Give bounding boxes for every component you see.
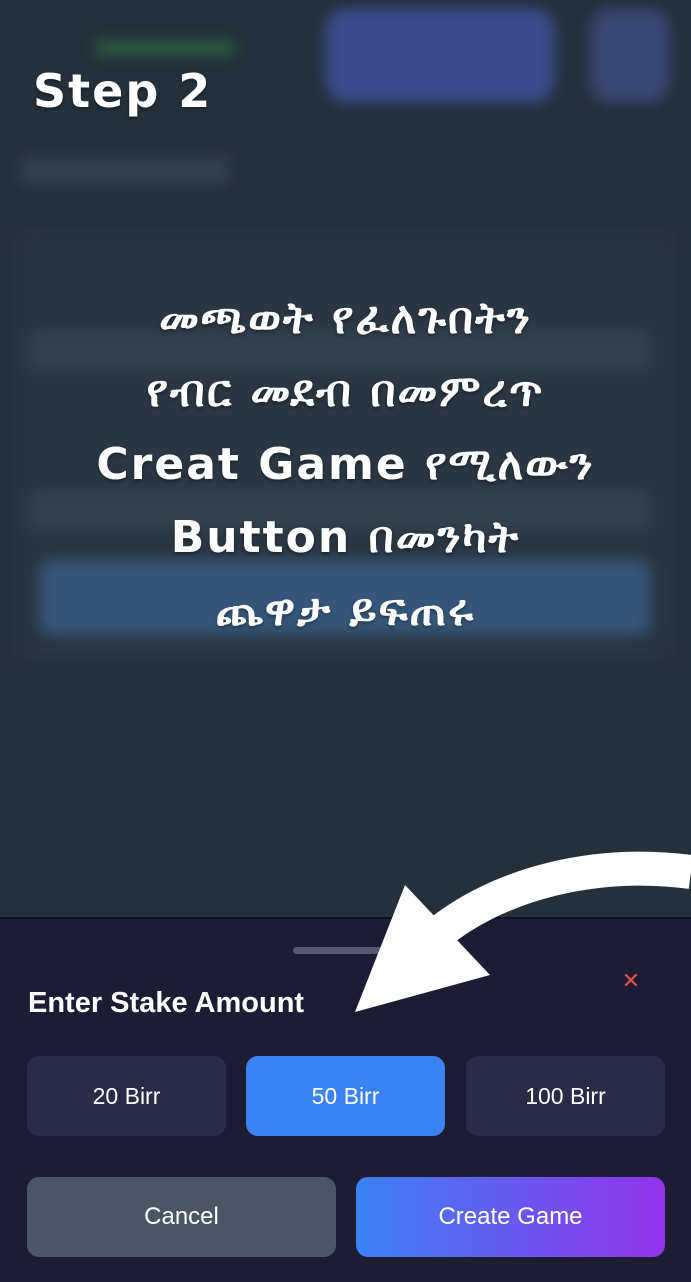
background-status: [95, 40, 235, 56]
instruction-line: የብር መደብ በመምረጥ: [146, 366, 545, 417]
stake-option-label: 20 Birr: [92, 1082, 161, 1109]
create-game-button[interactable]: Create Game: [356, 1177, 665, 1257]
instruction-line: ጨዋታ ይፍጠሩ: [215, 585, 476, 636]
stake-option-label: 100 Birr: [525, 1082, 606, 1109]
instruction-line: መጫወት የፈለጉበትን: [159, 293, 532, 344]
cancel-button-label: Cancel: [144, 1203, 219, 1230]
close-icon[interactable]: ✕: [618, 969, 644, 995]
stake-bottom-sheet: ✕ Enter Stake Amount 20 Birr 50 Birr 100…: [0, 917, 691, 1282]
sheet-title: Enter Stake Amount: [28, 987, 305, 1019]
instruction-text: መጫወት የፈለጉበትን የብር መደብ በመምረጥ Creat Game የሚ…: [0, 282, 691, 647]
stake-option-50[interactable]: 50 Birr: [246, 1056, 445, 1136]
instruction-line: Button በመንካት: [170, 512, 521, 563]
cancel-button[interactable]: Cancel: [27, 1177, 336, 1257]
stake-option-label: 50 Birr: [311, 1082, 380, 1109]
background-section-title: [20, 155, 230, 185]
stake-option-100[interactable]: 100 Birr: [466, 1056, 665, 1136]
background-icon-button: [590, 8, 670, 103]
stake-option-20[interactable]: 20 Birr: [27, 1056, 226, 1136]
background-header-button: [325, 8, 555, 103]
instruction-line: Creat Game የሚለውን: [96, 439, 595, 490]
drag-handle[interactable]: [293, 947, 397, 954]
step-label: Step 2: [33, 64, 213, 118]
create-game-button-label: Create Game: [438, 1203, 583, 1230]
